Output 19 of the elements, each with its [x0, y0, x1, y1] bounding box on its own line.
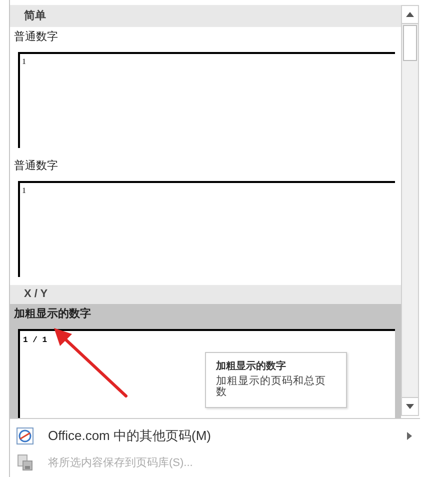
tooltip-title: 加粗显示的数字 [216, 359, 287, 373]
scroll-down-button[interactable] [402, 397, 418, 415]
page-number: 1 [22, 57, 26, 66]
save-to-gallery-icon [16, 453, 34, 471]
tooltip-description: 加粗显示的页码和总页数 [216, 376, 327, 398]
category-header: 简单 [10, 5, 401, 27]
menu-item[interactable]: Office.com 中的其他页码(M) [10, 423, 420, 449]
item-label: 加粗显示的数字 [14, 306, 92, 321]
category-header: X / Y [10, 285, 401, 304]
item-label: 普通数字 [14, 30, 59, 44]
item-label: 普通数字 [14, 158, 59, 173]
page-number: 1 / 1 [22, 335, 48, 347]
gallery-item[interactable]: 普通数字 1 [10, 156, 401, 285]
up-arrow-icon [406, 12, 414, 17]
scrollbar-thumb[interactable] [403, 25, 417, 61]
down-arrow-icon [406, 404, 414, 409]
page-number: 1 [22, 186, 26, 195]
gallery-item[interactable]: 普通数字 1 [10, 27, 401, 156]
scroll-up-button[interactable] [402, 6, 418, 24]
